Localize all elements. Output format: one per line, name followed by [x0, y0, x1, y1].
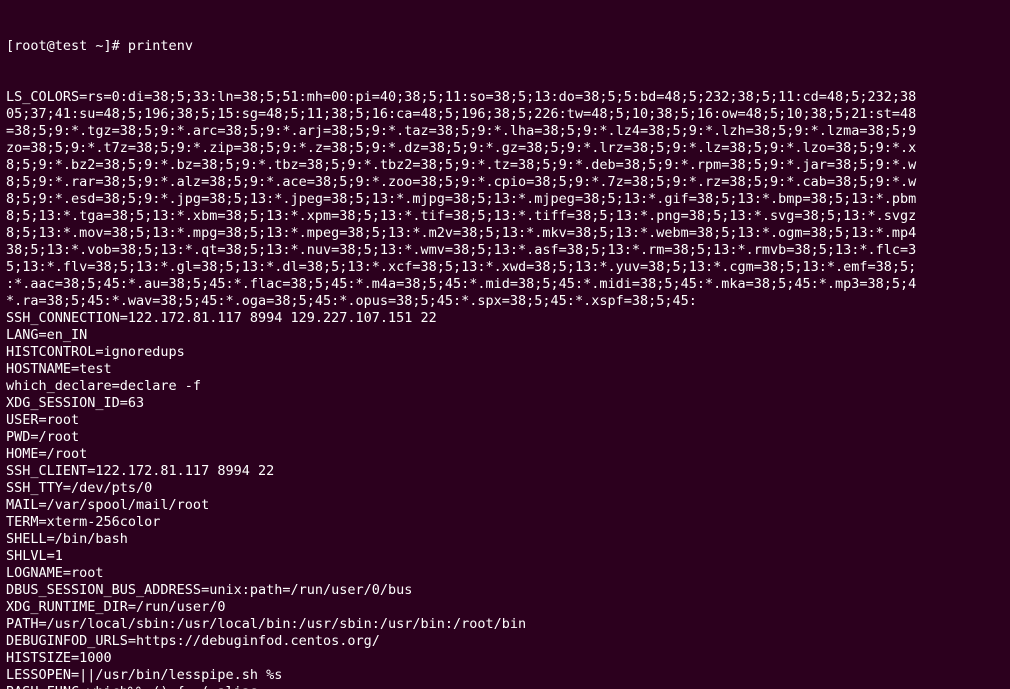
- output-line: SHLVL=1: [6, 548, 1004, 565]
- output-line: 8;5;9:*.rar=38;5;9:*.alz=38;5;9:*.ace=38…: [6, 174, 1004, 191]
- output-line: SHELL=/bin/bash: [6, 531, 1004, 548]
- output-line: =38;5;9:*.tgz=38;5;9:*.arc=38;5;9:*.arj=…: [6, 123, 1004, 140]
- output-line: XDG_SESSION_ID=63: [6, 395, 1004, 412]
- shell-prompt: [root@test ~]#: [6, 38, 128, 54]
- terminal-output: LS_COLORS=rs=0:di=38;5;33:ln=38;5;51:mh=…: [6, 89, 1004, 689]
- output-line: 38;5;13:*.vob=38;5;13:*.qt=38;5;13:*.nuv…: [6, 242, 1004, 259]
- output-line: which_declare=declare -f: [6, 378, 1004, 395]
- output-line: SSH_CONNECTION=122.172.81.117 8994 129.2…: [6, 310, 1004, 327]
- output-line: HOME=/root: [6, 446, 1004, 463]
- output-line: BASH_FUNC_which%%=() { ( alias;: [6, 684, 1004, 689]
- output-line: XDG_RUNTIME_DIR=/run/user/0: [6, 599, 1004, 616]
- output-line: LANG=en_IN: [6, 327, 1004, 344]
- output-line: 05;37;41:su=48;5;196;38;5;15:sg=48;5;11;…: [6, 106, 1004, 123]
- output-line: SSH_CLIENT=122.172.81.117 8994 22: [6, 463, 1004, 480]
- output-line: 8;5;13:*.mov=38;5;13:*.mpg=38;5;13:*.mpe…: [6, 225, 1004, 242]
- output-line: PWD=/root: [6, 429, 1004, 446]
- prompt-line: [root@test ~]# printenv: [6, 38, 1004, 55]
- output-line: HISTCONTROL=ignoredups: [6, 344, 1004, 361]
- output-line: USER=root: [6, 412, 1004, 429]
- output-line: :*.aac=38;5;45:*.au=38;5;45:*.flac=38;5;…: [6, 276, 1004, 293]
- output-line: zo=38;5;9:*.t7z=38;5;9:*.zip=38;5;9:*.z=…: [6, 140, 1004, 157]
- output-line: LOGNAME=root: [6, 565, 1004, 582]
- output-line: HISTSIZE=1000: [6, 650, 1004, 667]
- output-line: 8;5;13:*.tga=38;5;13:*.xbm=38;5;13:*.xpm…: [6, 208, 1004, 225]
- output-line: PATH=/usr/local/sbin:/usr/local/bin:/usr…: [6, 616, 1004, 633]
- output-line: LESSOPEN=||/usr/bin/lesspipe.sh %s: [6, 667, 1004, 684]
- output-line: 8;5;9:*.bz2=38;5;9:*.bz=38;5;9:*.tbz=38;…: [6, 157, 1004, 174]
- output-line: TERM=xterm-256color: [6, 514, 1004, 531]
- command-text: printenv: [128, 38, 193, 54]
- output-line: 8;5;9:*.esd=38;5;9:*.jpg=38;5;13:*.jpeg=…: [6, 191, 1004, 208]
- output-line: LS_COLORS=rs=0:di=38;5;33:ln=38;5;51:mh=…: [6, 89, 1004, 106]
- output-line: DBUS_SESSION_BUS_ADDRESS=unix:path=/run/…: [6, 582, 1004, 599]
- output-line: 5;13:*.flv=38;5;13:*.gl=38;5;13:*.dl=38;…: [6, 259, 1004, 276]
- output-line: SSH_TTY=/dev/pts/0: [6, 480, 1004, 497]
- output-line: *.ra=38;5;45:*.wav=38;5;45:*.oga=38;5;45…: [6, 293, 1004, 310]
- output-line: HOSTNAME=test: [6, 361, 1004, 378]
- output-line: MAIL=/var/spool/mail/root: [6, 497, 1004, 514]
- output-line: DEBUGINFOD_URLS=https://debuginfod.cento…: [6, 633, 1004, 650]
- terminal[interactable]: [root@test ~]# printenv LS_COLORS=rs=0:d…: [0, 0, 1010, 689]
